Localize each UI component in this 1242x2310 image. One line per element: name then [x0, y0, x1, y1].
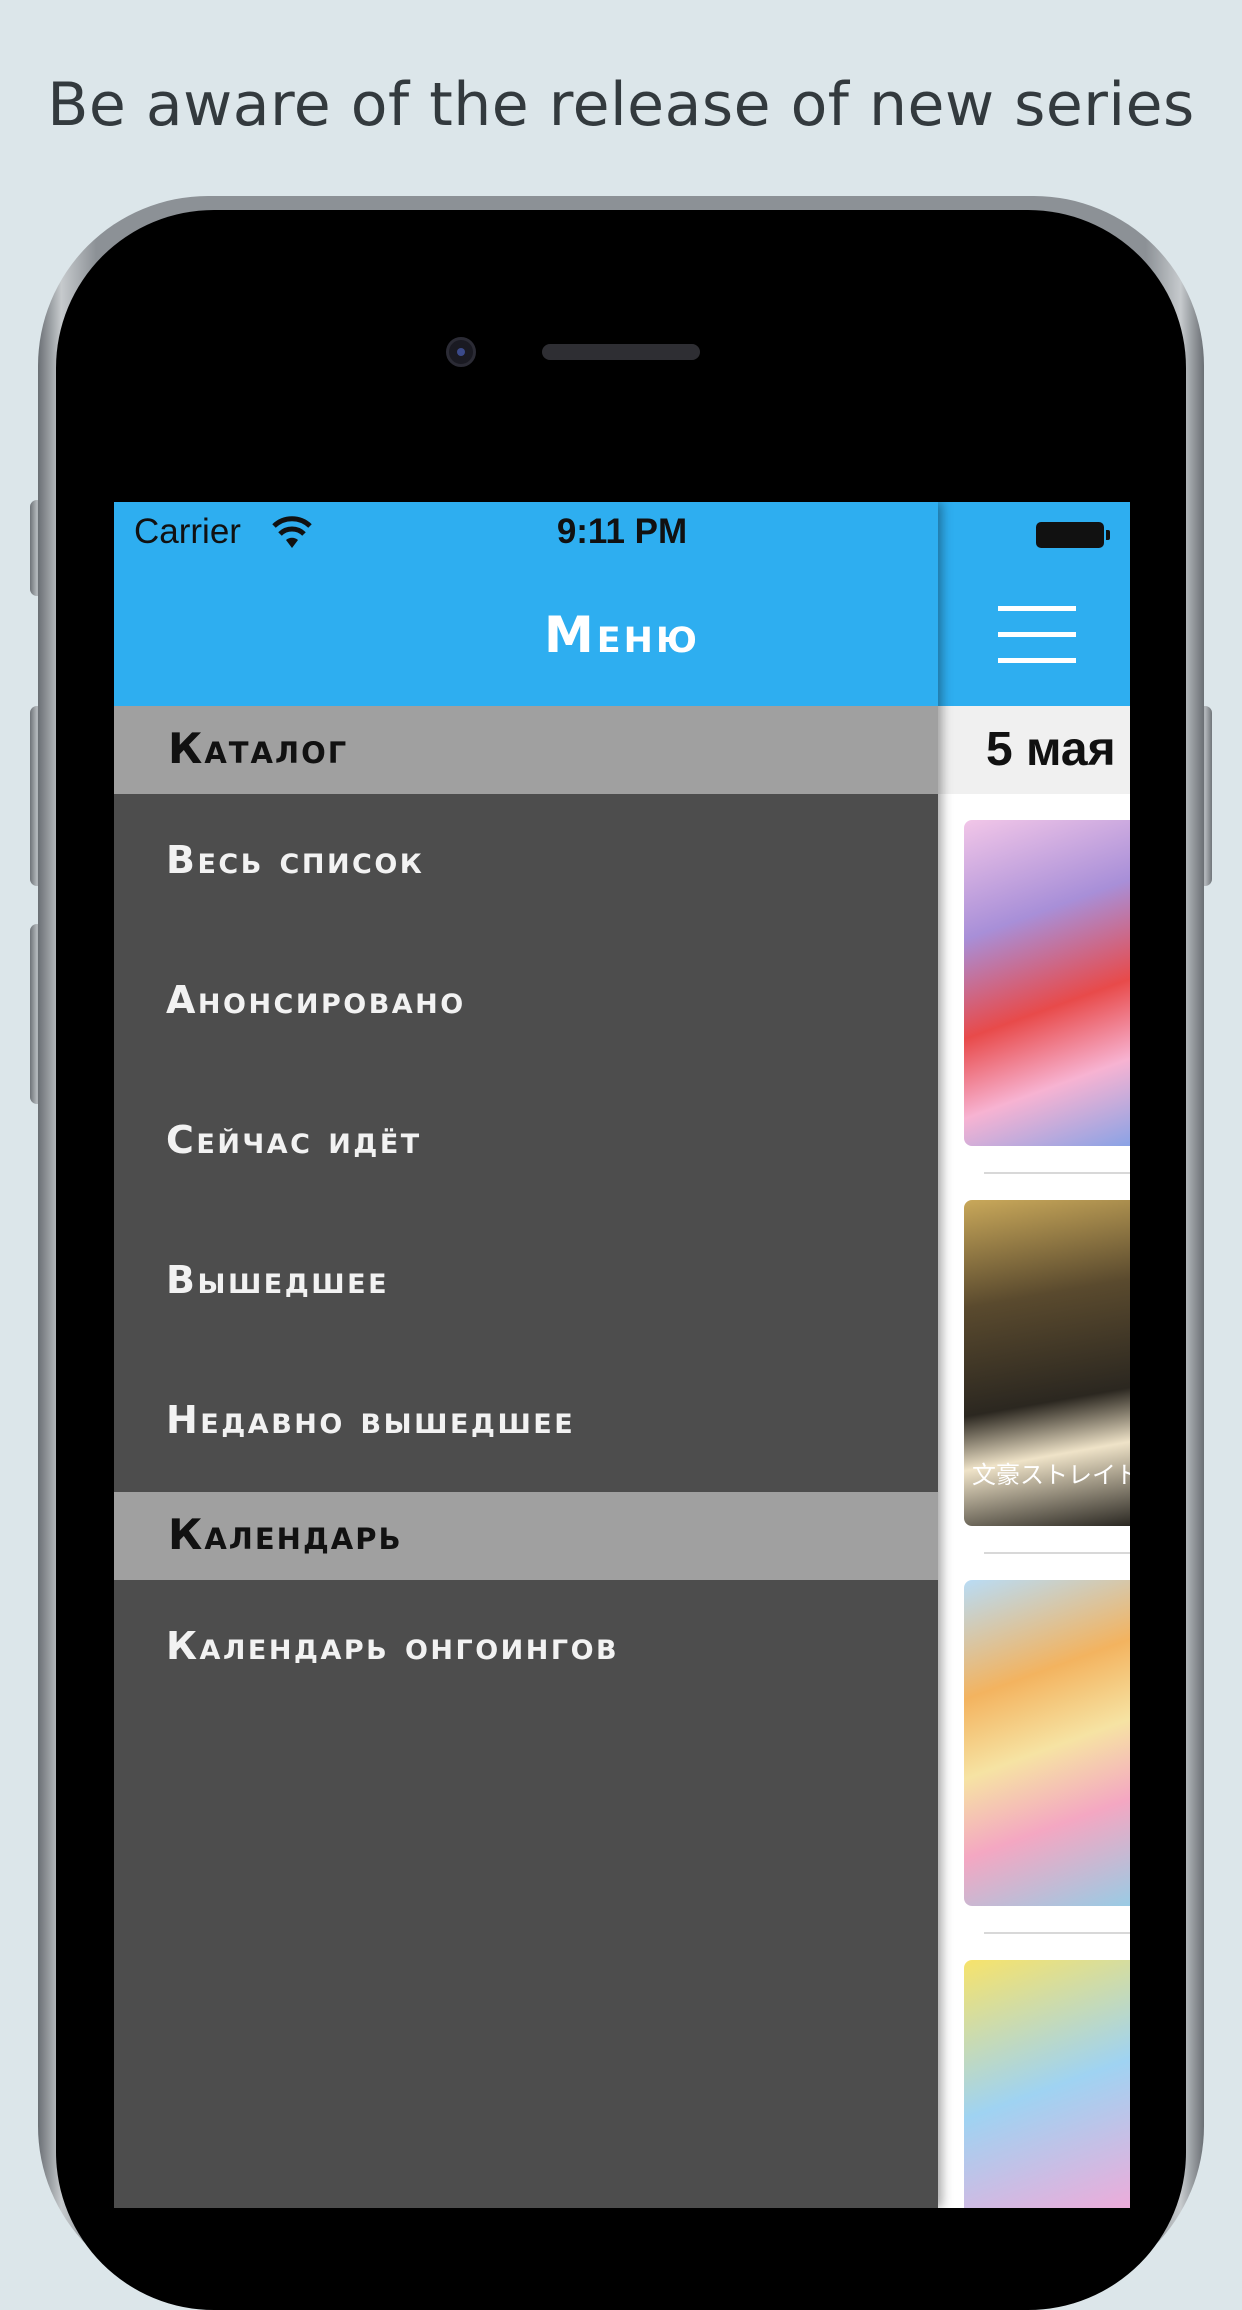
section-header-calendar: Календарь — [114, 1492, 938, 1580]
poster-caption: 文豪ストレイド — [972, 1461, 1130, 1489]
front-camera-icon — [446, 337, 476, 367]
date-section-header: 5 мая — [938, 706, 1130, 794]
menu-item-label: Вышедшее — [166, 1258, 390, 1302]
promo-headline: Be aware of the release of new series — [47, 70, 1195, 140]
menu-item-announced[interactable]: Анонсировано — [114, 934, 938, 1074]
list-separator — [984, 1552, 1130, 1554]
menu-item-label: Весь список — [166, 838, 425, 882]
menu-item-ongoing-calendar[interactable]: Календарь онгоингов — [114, 1580, 938, 1720]
app-screen: 5 мая 文豪ストレイド Каталог Весь список Анонси… — [114, 502, 1130, 2208]
status-time: 9:11 PM — [556, 512, 688, 551]
anime-poster[interactable]: 文豪ストレイド — [964, 1200, 1130, 1526]
menu-item-all-list[interactable]: Весь список — [114, 794, 938, 934]
earpiece-speaker — [542, 344, 700, 360]
list-separator — [984, 1932, 1130, 1934]
menu-item-label: Сейчас идёт — [166, 1118, 422, 1162]
menu-title: Меню — [543, 606, 701, 664]
menu-item-released[interactable]: Вышедшее — [114, 1214, 938, 1354]
section-title: Каталог — [168, 724, 349, 773]
section-title: Календарь — [168, 1510, 403, 1559]
menu-item-label: Недавно вышедшее — [166, 1398, 576, 1442]
section-header-catalog: Каталог — [114, 706, 938, 794]
date-label: 5 мая — [986, 723, 1116, 776]
side-menu-drawer: Каталог Весь список Анонсировано Сейчас … — [114, 502, 938, 2208]
menu-item-label: Календарь онгоингов — [166, 1624, 620, 1668]
menu-item-recently-released[interactable]: Недавно вышедшее — [114, 1354, 938, 1494]
main-content: 5 мая 文豪ストレイド — [938, 502, 1130, 2208]
anime-poster[interactable] — [964, 1580, 1130, 1906]
menu-item-ongoing[interactable]: Сейчас идёт — [114, 1074, 938, 1214]
anime-poster[interactable] — [964, 820, 1130, 1146]
list-separator — [984, 1172, 1130, 1174]
menu-item-label: Анонсировано — [166, 978, 466, 1022]
anime-poster[interactable] — [964, 1960, 1130, 2208]
